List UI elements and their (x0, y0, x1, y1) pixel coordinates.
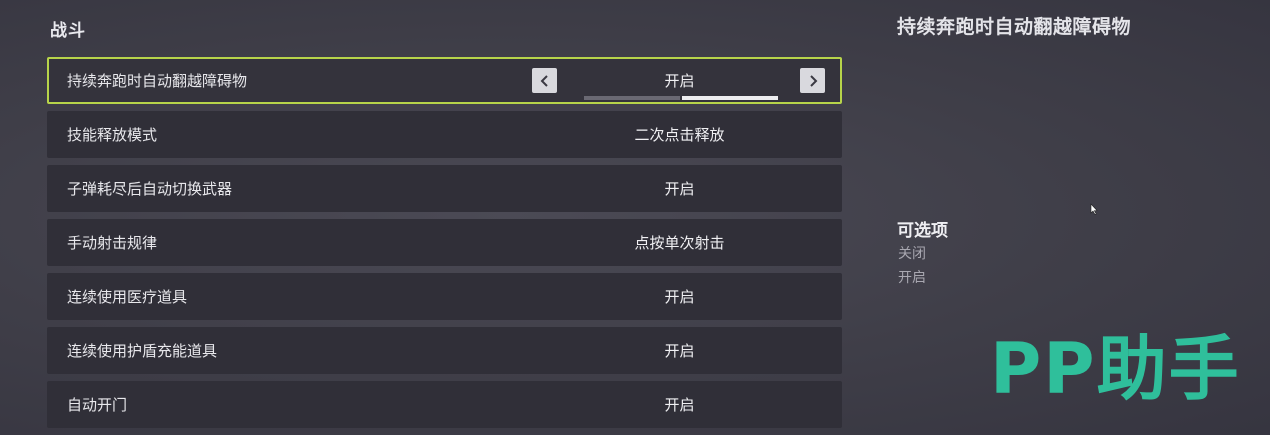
option-indicator-segment-off (584, 96, 680, 100)
setting-value: 开启 (664, 72, 695, 90)
setting-row-continuous-shield[interactable]: 连续使用护盾充能道具 开启 (47, 327, 842, 374)
option-item: 开启 (898, 270, 926, 286)
setting-label: 自动开门 (67, 396, 128, 414)
mouse-cursor-icon (1090, 203, 1098, 215)
options-heading: 可选项 (897, 221, 948, 241)
setting-label: 技能释放模式 (67, 126, 158, 144)
setting-label: 手动射击规律 (67, 234, 158, 252)
setting-row-auto-open-door[interactable]: 自动开门 开启 (47, 381, 842, 428)
settings-list: 持续奔跑时自动翻越障碍物 开启 技能释放模式 二次点击释放 子弹耗尽后自动切换武… (47, 57, 842, 435)
setting-value: 开启 (664, 342, 695, 360)
detail-title: 持续奔跑时自动翻越障碍物 (897, 16, 1132, 38)
watermark-logo: PP助手 (990, 328, 1241, 410)
setting-value: 开启 (664, 180, 695, 198)
setting-label: 子弹耗尽后自动切换武器 (67, 180, 233, 198)
setting-value: 二次点击释放 (634, 126, 725, 144)
setting-value: 开启 (664, 396, 695, 414)
option-position-indicator (584, 96, 778, 100)
setting-row-manual-fire-pattern[interactable]: 手动射击规律 点按单次射击 (47, 219, 842, 266)
setting-value: 点按单次射击 (634, 234, 725, 252)
option-item: 关闭 (898, 246, 926, 262)
setting-row-auto-vault[interactable]: 持续奔跑时自动翻越障碍物 开启 (47, 57, 842, 104)
setting-row-continuous-medical[interactable]: 连续使用医疗道具 开启 (47, 273, 842, 320)
setting-row-auto-switch-weapon[interactable]: 子弹耗尽后自动切换武器 开启 (47, 165, 842, 212)
setting-label: 持续奔跑时自动翻越障碍物 (67, 72, 248, 90)
setting-label: 连续使用护盾充能道具 (67, 342, 218, 360)
option-indicator-segment-on (682, 96, 778, 100)
setting-value: 开启 (664, 288, 695, 306)
setting-label: 连续使用医疗道具 (67, 288, 188, 306)
chevron-right-icon (809, 74, 817, 87)
section-title: 战斗 (50, 21, 86, 41)
setting-row-skill-release-mode[interactable]: 技能释放模式 二次点击释放 (47, 111, 842, 158)
next-option-button[interactable] (800, 68, 825, 93)
